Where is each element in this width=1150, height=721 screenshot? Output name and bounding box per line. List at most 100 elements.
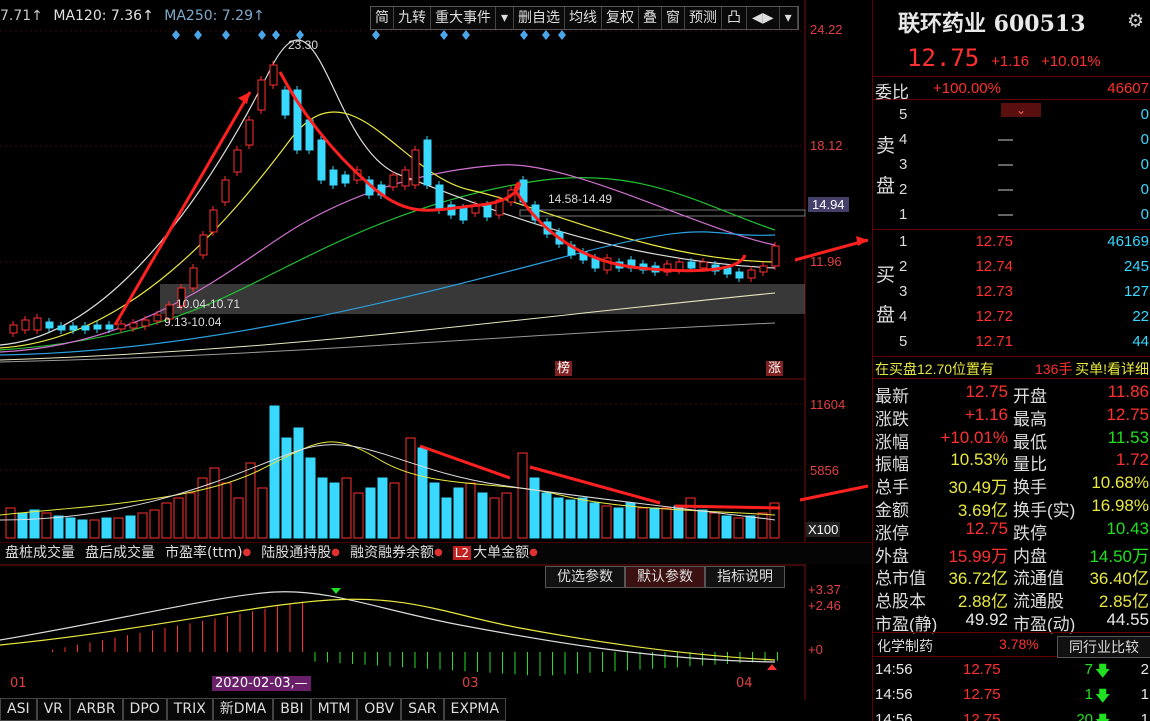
toolbar-more-icon[interactable]: ▾ (780, 7, 798, 29)
notice-text: 在买盘12.70位置有 (875, 361, 995, 377)
candle-body (257, 79, 266, 111)
chart-area[interactable]: 7.71↑ MA120: 7.36↑ MA250: 7.29↑ 简 九转 重大事… (0, 0, 872, 721)
toolbar-nine-turn-button[interactable]: 九转 (394, 7, 431, 29)
ma120-value: MA120: 7.36↑ (53, 8, 154, 24)
order-ratio-label: 委比 (875, 83, 909, 102)
bid-row[interactable]: 2 12.74 245 (873, 255, 1150, 280)
toolbar-major-events-button[interactable]: 重大事件 (431, 7, 496, 29)
tab-northbound-holding[interactable]: 陆股通持股● (256, 543, 345, 564)
toolbar-nav-icon[interactable]: ◀▶ (747, 7, 780, 29)
event-diamond-icon (462, 30, 470, 40)
toolbar-dropdown-icon[interactable]: ▾ (496, 7, 515, 29)
candle-body (341, 174, 350, 184)
consolidation-box (519, 209, 806, 217)
arrow-down-icon: 🡇 (1095, 711, 1110, 721)
bid-level: 4 (899, 308, 908, 325)
tab-pe-ttm[interactable]: 市盈率(ttm)● (160, 543, 256, 564)
tab-obv[interactable]: OBV (357, 698, 402, 721)
tab-dpo[interactable]: DPO (122, 698, 167, 721)
stat-value: 10.53% (950, 450, 1008, 470)
ask-row[interactable]: 50 (873, 103, 1150, 128)
notice-detail-link[interactable]: 买单!看详细 (1075, 359, 1149, 379)
gear-icon[interactable]: ⚙ (1127, 10, 1144, 33)
default-params-button[interactable]: 默认参数 (625, 566, 705, 588)
toolbar-window-button[interactable]: 窗 (662, 7, 686, 29)
kline-chart[interactable] (0, 0, 872, 721)
tab-new-dma[interactable]: 新DMA (212, 698, 274, 721)
tab-mtm[interactable]: MTM (310, 698, 358, 721)
volume-bar (353, 492, 364, 539)
large-bid-notice[interactable]: 在买盘12.70位置有 136手 买单!看详细 (873, 357, 1150, 379)
indicator-help-button[interactable]: 指标说明 (705, 566, 785, 588)
tab-asi[interactable]: ASI (0, 698, 37, 721)
ranking-tag[interactable]: 榜 (555, 361, 573, 376)
ask-row[interactable]: 1 — 0 (873, 203, 1150, 228)
toolbar-adjust-button[interactable]: 复权 (602, 7, 640, 29)
volume-bar (625, 502, 636, 539)
ask-row[interactable]: 4 — 0 (873, 128, 1150, 153)
event-diamond-icon (258, 30, 266, 40)
tab-vr[interactable]: VR (36, 698, 70, 721)
tab-bbi[interactable]: BBI (273, 698, 311, 721)
optimal-params-button[interactable]: 优选参数 (545, 566, 625, 588)
candle-body (57, 325, 66, 331)
stat-row: 总手 30.49万 换手 10.68% (873, 472, 1150, 497)
notice-qty: 136手 (1035, 361, 1073, 377)
toolbar-ma-button[interactable]: 均线 (565, 7, 603, 29)
candle-body (435, 184, 444, 211)
toolbar-simplified-button[interactable]: 简 (371, 7, 394, 29)
bid-row[interactable]: 1 12.75 46169 (873, 230, 1150, 255)
volume-bar (293, 427, 304, 539)
volume-bar (137, 512, 148, 539)
bid-volume: 127 (1123, 283, 1149, 300)
limit-up-tag[interactable]: 涨 (766, 361, 784, 376)
peer-compare-button[interactable]: 同行业比较 (1057, 636, 1150, 658)
volume-bar (365, 487, 376, 539)
volume-bar (125, 515, 136, 539)
event-diamond-icon (542, 30, 550, 40)
volume-bar (89, 519, 100, 539)
toolbar-overlay-button[interactable]: 叠 (639, 7, 663, 29)
stat-row: 总股本 2.88亿 流通股 2.85亿 (873, 586, 1150, 611)
toolbar-forecast-button[interactable]: 预测 (685, 7, 723, 29)
ask-level: 4 (899, 131, 908, 148)
tab-large-order-amount[interactable]: L2 大单金额● (448, 543, 543, 564)
tab-arbr[interactable]: ARBR (69, 698, 123, 721)
volume-bar (233, 497, 244, 539)
tab-label: 陆股通持股 (261, 545, 332, 561)
candle-body (389, 174, 398, 188)
tick-time: 14:56 (875, 686, 913, 703)
parameter-bar: 优选参数 默认参数 指标说明 (545, 566, 785, 588)
tick-time: 14:56 (875, 711, 913, 721)
tab-margin-balance[interactable]: 融资融券余额● (345, 543, 448, 564)
bid-row[interactable]: 5 12.71 44 (873, 330, 1150, 355)
tab-trix[interactable]: TRIX (166, 698, 213, 721)
stat-row: 市盈(静) 49.92 市盈(动) 44.55 (873, 609, 1150, 634)
bid-volume: 44 (1132, 333, 1149, 350)
tab-volume-stack[interactable]: 盘桩成交量 (0, 543, 80, 564)
tab-after-hours-volume[interactable]: 盘后成交量 (80, 543, 160, 564)
date-axis: 01 2020-02-03,— 03 04 (0, 676, 872, 694)
ask-level: 2 (899, 181, 908, 198)
bid-row[interactable]: 4 12.72 22 (873, 305, 1150, 330)
tick-time: 14:56 (875, 661, 913, 678)
candle-body (129, 322, 138, 329)
tab-sar[interactable]: SAR (401, 698, 444, 721)
bid-row[interactable]: 3 12.73 127 (873, 280, 1150, 305)
toolbar-draw-icon[interactable]: 凸 (722, 7, 748, 29)
tab-expma[interactable]: EXPMA (443, 698, 507, 721)
candle-body (153, 314, 162, 322)
bid-price: 12.73 (975, 283, 1013, 300)
toolbar-remove-watchlist-button[interactable]: 删自选 (514, 7, 566, 29)
ask-volume: 0 (1140, 206, 1149, 223)
volume-bar (161, 502, 172, 539)
last-price: 12.75 (907, 44, 980, 72)
ask-row[interactable]: 3 — 0 (873, 153, 1150, 178)
box-range-annotation: 9.13-10.04 (164, 315, 222, 329)
candle-body (759, 265, 768, 273)
candle-body (209, 209, 218, 233)
volume-bar (417, 447, 428, 539)
tick-count: 1 (1140, 686, 1149, 703)
ask-row[interactable]: 2 — 0 (873, 178, 1150, 203)
candle-body (459, 207, 468, 221)
